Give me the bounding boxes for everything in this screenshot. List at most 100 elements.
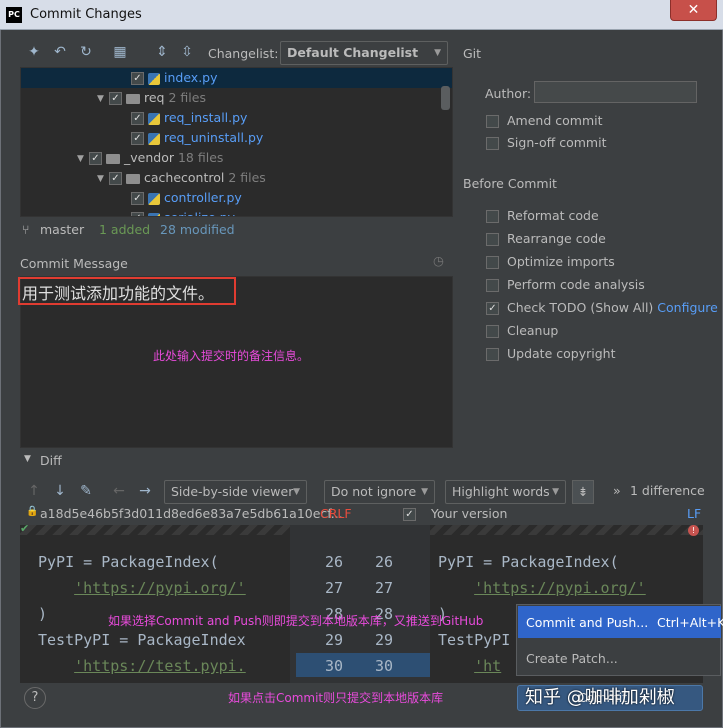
back-icon[interactable]: ← [109,481,129,501]
configure-link[interactable]: Configure [657,300,718,315]
folder-icon [126,173,140,184]
your-version-checkbox[interactable]: ✓ [403,506,416,521]
author-label: Author: [485,86,532,101]
edit-icon[interactable]: ✎ [76,481,96,501]
group-by-icon[interactable]: ▦ [110,42,130,62]
tree-row[interactable]: ✓ req_uninstall.py [21,128,441,148]
tree-row[interactable]: ✓ controller.py [21,188,441,208]
ok-icon: ✔ [20,525,30,535]
python-file-icon [148,72,160,85]
history-icon[interactable]: ◷ [433,253,444,268]
before-commit-option[interactable]: Rearrange code [486,231,606,246]
checkbox-icon[interactable] [486,210,499,223]
refresh-changes-icon[interactable]: ✦ [24,42,44,62]
tree-row[interactable]: ✓ serialize.py [21,208,441,216]
left-line-ending[interactable]: CRLF [320,506,352,521]
tree-row[interactable]: ▼ ✓ _vendor 18 files [21,148,441,168]
checkbox-icon[interactable]: ✓ [131,192,144,205]
commit-message-label: Commit Message [20,256,128,271]
added-count[interactable]: 1 added [99,222,150,237]
sync-scroll-icon[interactable]: ⇟ [572,480,594,504]
ignore-select[interactable]: Do not ignore ▼ [324,480,435,504]
option-label: Cleanup [507,323,559,338]
diff-collapse-icon[interactable]: ▼ [24,454,31,464]
expand-all-icon[interactable]: ⇕ [152,42,172,62]
modified-count[interactable]: 28 modified [160,222,235,237]
expand-triangle-icon[interactable]: ▼ [97,89,109,109]
tree-row[interactable]: ✓ index.py [21,68,452,88]
checkbox-icon[interactable]: ✓ [131,132,144,145]
before-commit-option[interactable]: Optimize imports [486,254,615,269]
up-arrow-icon[interactable]: ↑ [24,481,44,501]
checkbox-icon[interactable] [486,348,499,361]
checkbox-icon[interactable] [486,256,499,269]
right-code-line: 'https://pypi.org/' [474,579,646,597]
option-label: Rearrange code [507,231,606,246]
checkbox-icon[interactable] [486,233,499,246]
help-button[interactable]: ? [24,687,46,709]
changelist-label: Changelist: [208,46,279,61]
menu-item-commit-and-push[interactable]: Commit and Push... Ctrl+Alt+K [518,606,723,638]
commit-message-text: 用于测试添加功能的文件。 [22,284,215,303]
changed-line-highlight [296,653,430,677]
down-arrow-icon[interactable]: ↓ [50,481,70,501]
refresh-icon[interactable]: ↻ [76,42,96,62]
title-bar: PC Commit Changes ✕ [0,0,723,30]
file-count: 2 files [168,90,206,105]
menu-item-create-patch[interactable]: Create Patch... [518,643,721,673]
left-code-line: PyPI = PackageIndex( [38,553,219,571]
commit-options-menu: Commit and Push... Ctrl+Alt+K Create Pat… [516,604,723,676]
checkbox-icon[interactable]: ✓ [131,212,144,216]
folder-icon [106,153,120,164]
rollback-icon[interactable]: ↶ [50,42,70,62]
right-line-number: 26 [375,553,394,571]
app-logo-icon: PC [6,7,22,23]
expand-triangle-icon[interactable]: ▼ [97,169,109,189]
chevron-down-icon: ▼ [434,48,441,58]
close-button[interactable]: ✕ [670,0,717,21]
before-commit-option[interactable]: Reformat code [486,208,599,223]
checkbox-icon[interactable]: ✓ [89,152,102,165]
before-commit-option[interactable]: Perform code analysis [486,277,645,292]
branch-icon: ⑂ [22,222,30,237]
highlight-select[interactable]: Highlight words ▼ [445,480,566,504]
checkbox-icon[interactable]: ✓ [131,72,144,85]
checkbox-icon[interactable]: ✓ [486,302,499,315]
tree-scrollbar[interactable] [441,86,450,110]
tree-row[interactable]: ▼ ✓ req 2 files [21,88,441,108]
checkbox-icon[interactable] [486,279,499,292]
python-file-icon [148,132,160,145]
diff-title: Diff [40,453,62,468]
before-commit-option[interactable]: Cleanup [486,323,558,338]
tree-item-label: controller.py [164,190,242,205]
before-commit-option[interactable]: ✓ Check TODO (Show All) Configure [486,300,718,315]
right-line-ending[interactable]: LF [687,506,701,521]
tree-row[interactable]: ▼ ✓ cachecontrol 2 files [21,168,441,188]
checkbox-icon[interactable]: ✓ [109,172,122,185]
push-annotation: 如果选择Commit and Push则即提交到本地版本库，又推送到GitHub [108,614,484,628]
left-line-number: 26 [325,553,344,571]
checkbox-icon[interactable]: ✓ [109,92,122,105]
expand-triangle-icon[interactable]: ▼ [77,149,89,169]
watermark: 知乎 @咖啡加剁椒 [525,687,675,708]
checkbox-icon[interactable] [486,325,499,338]
tree-item-label: serialize.py [164,210,235,216]
left-code-line: 'https://test.pypi. [74,657,246,675]
forward-icon[interactable]: → [135,481,155,501]
changed-files-tree[interactable]: ✓ index.py ▼ ✓ req 2 files ✓ req_install.py ✓ re… [20,67,453,217]
author-input[interactable] [534,81,697,103]
signoff-commit-checkbox[interactable]: Sign-off commit [486,135,607,150]
checkbox-icon [486,137,499,150]
changelist-value: Default Changelist [287,45,419,60]
before-commit-option[interactable]: Update copyright [486,346,615,361]
python-file-icon [148,192,160,205]
tree-item-label: req_uninstall.py [164,130,264,145]
left-code-line: 'https://pypi.org/' [74,579,246,597]
amend-commit-checkbox[interactable]: Amend commit [486,113,603,128]
collapse-all-icon[interactable]: ⇳ [177,42,197,62]
changelist-select[interactable]: Default Changelist ▼ [280,41,448,65]
tree-item-label: cachecontrol [144,170,225,185]
viewer-select[interactable]: Side-by-side viewer ▼ [164,480,307,504]
tree-row[interactable]: ✓ req_install.py [21,108,441,128]
checkbox-icon[interactable]: ✓ [131,112,144,125]
